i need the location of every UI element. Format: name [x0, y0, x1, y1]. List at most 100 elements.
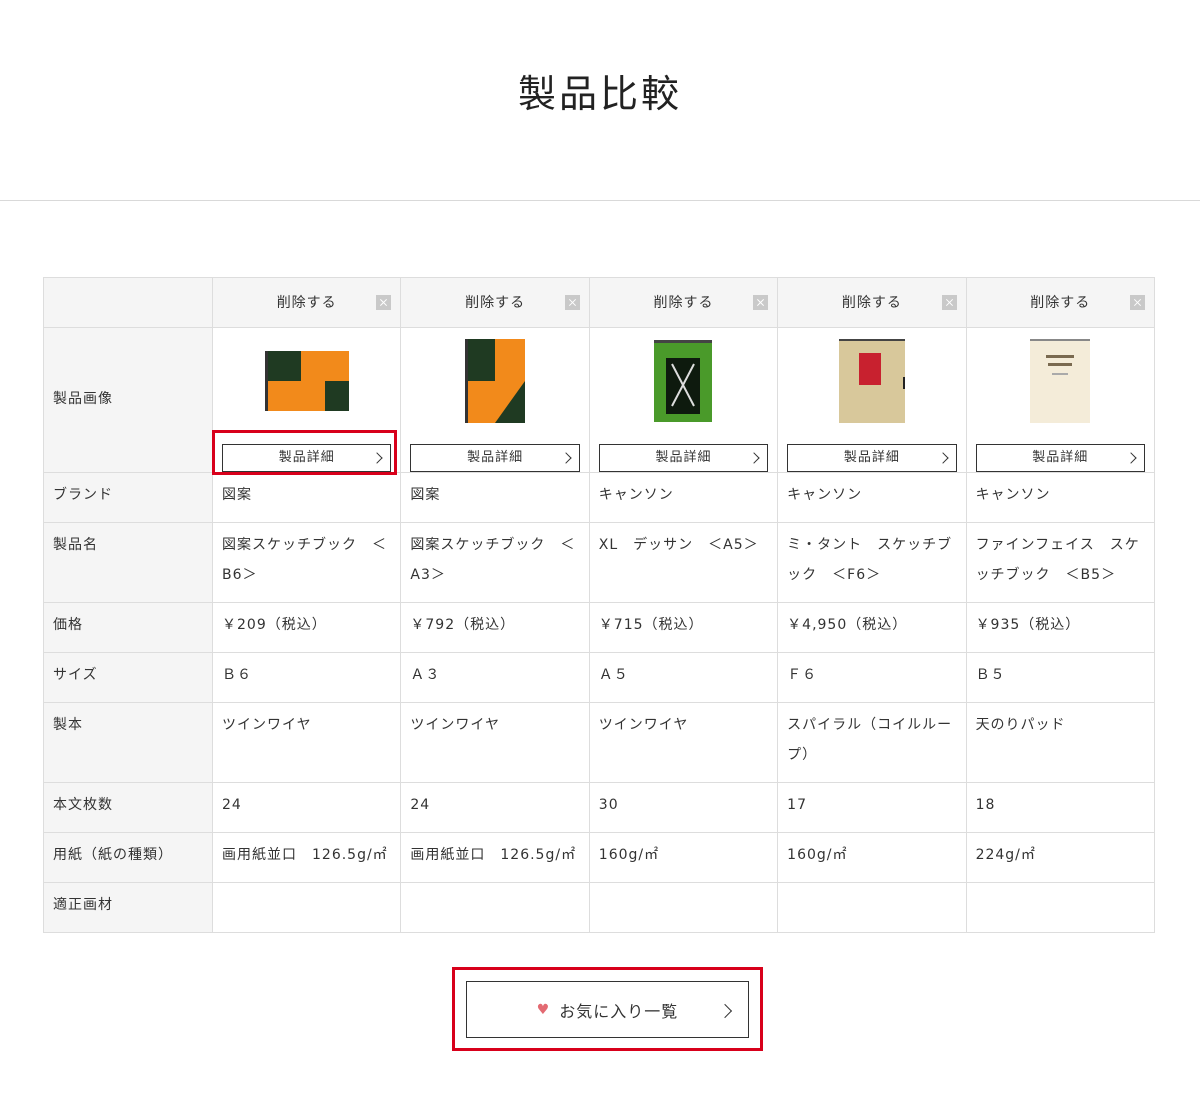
binding-cell: ツインワイヤ: [588, 702, 779, 783]
brand-cell: 図案: [400, 472, 590, 523]
name-cell: 図案スケッチブック ＜A3＞: [400, 522, 590, 603]
remove-row: 削除する 削除する 削除する 削除する 削除する: [43, 277, 1156, 328]
sketchbook-a3-icon[interactable]: [410, 333, 579, 429]
product-image-cell: 製品詳細: [965, 327, 1156, 473]
brand-cell: 図案: [211, 472, 402, 523]
paper-cell: 160g/㎡: [777, 832, 967, 883]
close-icon[interactable]: [1130, 294, 1145, 310]
remove-button[interactable]: 削除する: [976, 279, 1145, 327]
paper-row: 用紙（紙の種類） 画用紙並口 126.5g/㎡ 画用紙並口 126.5g/㎡ 1…: [43, 832, 1156, 883]
detail-button[interactable]: 製品詳細: [787, 444, 957, 472]
price-cell: ￥209（税込）: [211, 602, 402, 653]
row-label-sheets: 本文枚数: [43, 782, 213, 833]
favorites-label: お気に入り一覧: [559, 1001, 679, 1021]
detail-button[interactable]: 製品詳細: [975, 444, 1145, 472]
name-cell: XL デッサン ＜A5＞: [588, 522, 779, 603]
remove-button[interactable]: 削除する: [787, 279, 957, 327]
favorites-list-button[interactable]: ♥ お気に入り一覧: [466, 981, 749, 1038]
chevron-right-icon: [717, 1003, 733, 1019]
chevron-right-icon: [560, 452, 572, 464]
name-cell: ミ・タント スケッチブック ＜F6＞: [777, 522, 967, 603]
row-label-price: 価格: [43, 602, 213, 653]
price-cell: ￥792（税込）: [400, 602, 590, 653]
paper-cell: 画用紙並口 126.5g/㎡: [211, 832, 402, 883]
remove-cell: 削除する: [965, 277, 1156, 328]
binding-cell: ツインワイヤ: [211, 702, 402, 783]
title-divider: [0, 200, 1200, 201]
remove-label: 削除する: [276, 294, 337, 311]
size-cell: Ｂ５: [965, 652, 1156, 703]
chevron-right-icon: [371, 452, 384, 464]
chevron-right-icon: [1125, 452, 1137, 464]
close-icon[interactable]: [941, 294, 957, 310]
row-label-binding: 製本: [43, 702, 213, 783]
sheets-cell: 17: [777, 782, 967, 833]
brand-row: ブランド 図案 図案 キャンソン キャンソン キャンソン: [43, 472, 1156, 523]
brand-cell: キャンソン: [588, 472, 779, 523]
paper-cell: 画用紙並口 126.5g/㎡: [400, 832, 590, 883]
canson-xl-icon[interactable]: [599, 333, 768, 429]
remove-button[interactable]: 削除する: [599, 279, 769, 327]
image-row: 製品画像 製品詳細 製品詳細 製品詳細 製品詳細 製品詳細: [43, 327, 1156, 473]
binding-cell: 天のりパッド: [965, 702, 1156, 783]
detail-button[interactable]: 製品詳細: [222, 444, 392, 472]
remove-label: 削除する: [1030, 294, 1091, 311]
name-cell: ファインフェイス スケッチブック ＜B5＞: [965, 522, 1156, 603]
product-image-cell: 製品詳細: [588, 327, 779, 473]
sketchbook-b6-icon[interactable]: [222, 333, 391, 429]
close-icon[interactable]: [376, 294, 392, 310]
media-row: 適正画材: [43, 882, 1156, 933]
remove-cell: 削除する: [400, 277, 590, 328]
row-label-size: サイズ: [43, 652, 213, 703]
sheets-cell: 24: [400, 782, 590, 833]
sheets-cell: 18: [965, 782, 1156, 833]
chevron-right-icon: [748, 452, 760, 464]
size-cell: Ｆ６: [777, 652, 967, 703]
row-label-media: 適正画材: [43, 882, 213, 933]
mitientes-icon[interactable]: [787, 333, 956, 429]
close-icon[interactable]: [564, 294, 580, 310]
binding-cell: ツインワイヤ: [400, 702, 590, 783]
product-image-cell: 製品詳細: [777, 327, 967, 473]
detail-button[interactable]: 製品詳細: [410, 444, 580, 472]
remove-cell: 削除する: [211, 277, 402, 328]
close-icon[interactable]: [753, 294, 769, 310]
media-cell: [965, 882, 1156, 933]
paper-cell: 160g/㎡: [588, 832, 779, 883]
remove-button[interactable]: 削除する: [410, 279, 580, 327]
binding-row: 製本 ツインワイヤ ツインワイヤ ツインワイヤ スパイラル（コイルループ） 天の…: [43, 702, 1156, 783]
row-label-brand: ブランド: [43, 472, 213, 523]
name-row: 製品名 図案スケッチブック ＜B6＞ 図案スケッチブック ＜A3＞ XL デッサ…: [43, 522, 1156, 603]
media-cell: [211, 882, 402, 933]
comparison-table: 削除する 削除する 削除する 削除する 削除する 製品画像 製品詳細 製品詳細 …: [43, 277, 1156, 933]
price-cell: ￥935（税込）: [965, 602, 1156, 653]
sheets-row: 本文枚数 24 24 30 17 18: [43, 782, 1156, 833]
media-cell: [588, 882, 779, 933]
size-cell: Ｂ６: [211, 652, 402, 703]
brand-cell: キャンソン: [965, 472, 1156, 523]
media-cell: [777, 882, 967, 933]
brand-cell: キャンソン: [777, 472, 967, 523]
row-label-name: 製品名: [43, 522, 213, 603]
remove-button[interactable]: 削除する: [222, 279, 392, 327]
row-label-paper: 用紙（紙の種類）: [43, 832, 213, 883]
fine-face-icon[interactable]: [976, 333, 1145, 429]
size-cell: Ａ３: [400, 652, 590, 703]
remove-cell: 削除する: [777, 277, 967, 328]
sheets-cell: 24: [211, 782, 402, 833]
chevron-right-icon: [936, 452, 949, 464]
detail-button[interactable]: 製品詳細: [598, 444, 769, 472]
row-label-image: 製品画像: [43, 327, 213, 473]
price-row: 価格 ￥209（税込） ￥792（税込） ￥715（税込） ￥4,950（税込）…: [43, 602, 1156, 653]
paper-cell: 224g/㎡: [965, 832, 1156, 883]
name-cell: 図案スケッチブック ＜B6＞: [211, 522, 402, 603]
page-title: 製品比較: [517, 72, 682, 116]
remove-label: 削除する: [465, 294, 526, 311]
size-cell: Ａ５: [588, 652, 779, 703]
media-cell: [400, 882, 590, 933]
remove-cell: 削除する: [588, 277, 779, 328]
binding-cell: スパイラル（コイルループ）: [777, 702, 967, 783]
price-cell: ￥4,950（税込）: [777, 602, 967, 653]
size-row: サイズ Ｂ６ Ａ３ Ａ５ Ｆ６ Ｂ５: [43, 652, 1156, 703]
product-image-cell: 製品詳細: [211, 327, 402, 473]
